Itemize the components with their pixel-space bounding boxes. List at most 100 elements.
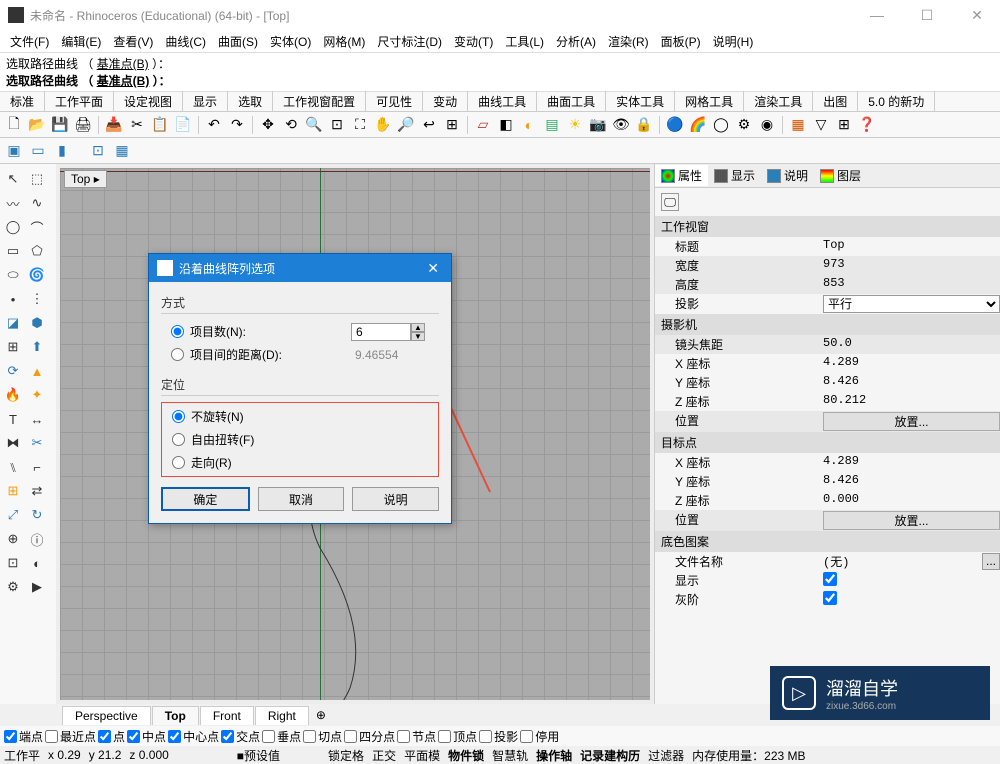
tab-drafting[interactable]: 出图 <box>813 91 858 112</box>
dialog-close-button[interactable]: ✕ <box>423 260 443 277</box>
menu-view[interactable]: 查看(V) <box>109 31 157 52</box>
fire-icon[interactable]: 🔥 <box>2 384 24 406</box>
zoom-window-icon[interactable]: ⛶ <box>350 115 370 135</box>
tab-standard[interactable]: 标准 <box>0 91 45 112</box>
vtab-front[interactable]: Front <box>200 706 254 725</box>
box3-icon[interactable]: ▦ <box>112 141 132 161</box>
menu-surface[interactable]: 曲面(S) <box>214 31 262 52</box>
tab-rendertools[interactable]: 渲染工具 <box>744 91 813 112</box>
import-icon[interactable]: 📥 <box>104 115 124 135</box>
tab-cplane[interactable]: 工作平面 <box>45 91 114 112</box>
undo-view-icon[interactable]: ↩ <box>419 115 439 135</box>
ellipse-icon[interactable]: ⬭ <box>2 264 24 286</box>
osnap-quad[interactable] <box>344 730 357 743</box>
tab-curvetools[interactable]: 曲线工具 <box>468 91 537 112</box>
text-icon[interactable]: T <box>2 408 24 430</box>
cut-icon[interactable]: ✂ <box>127 115 147 135</box>
split-icon[interactable]: ⑊ <box>2 456 24 478</box>
osnap-tan[interactable] <box>303 730 316 743</box>
menu-tools[interactable]: 工具(L) <box>501 31 548 52</box>
osnap-disable[interactable] <box>520 730 533 743</box>
cplane-icon[interactable]: ▱ <box>473 115 493 135</box>
prop-title[interactable]: Top <box>823 238 1000 255</box>
surface-icon[interactable]: ◪ <box>2 312 24 334</box>
osnap-project[interactable] <box>479 730 492 743</box>
maximize-button[interactable]: ☐ <box>912 7 942 24</box>
prop-camy[interactable]: 8.426 <box>823 374 1000 391</box>
wall-gray-checkbox[interactable] <box>823 591 837 605</box>
osnap-point[interactable] <box>98 730 111 743</box>
grid-icon[interactable]: ⊞ <box>834 115 854 135</box>
zoom-in-icon[interactable]: 🔍 <box>304 115 324 135</box>
arc-icon[interactable]: ⌒ <box>26 216 48 238</box>
sun-icon[interactable]: ☀ <box>565 115 585 135</box>
solid-icon[interactable]: ⬢ <box>26 312 48 334</box>
menu-render[interactable]: 渲染(R) <box>604 31 653 52</box>
options-icon[interactable]: ⚙ <box>734 115 754 135</box>
rotate-view-icon[interactable]: ⟲ <box>281 115 301 135</box>
osnap-knot[interactable] <box>397 730 410 743</box>
render2-icon[interactable]: ◐ <box>26 552 48 574</box>
loft-icon[interactable]: ▲ <box>26 360 48 382</box>
info-icon[interactable]: ⓘ <box>26 528 48 550</box>
prop-projection[interactable]: 平行 <box>823 295 1000 313</box>
save-icon[interactable]: 💾 <box>50 115 70 135</box>
cmd-prompt-line[interactable]: 选取路径曲线 （ 基准点(B) ）： <box>6 72 994 89</box>
osnap-cen[interactable] <box>168 730 181 743</box>
trim-icon[interactable]: ✂ <box>26 432 48 454</box>
paste-icon[interactable]: 📄 <box>173 115 193 135</box>
menu-transform[interactable]: 变动(T) <box>450 31 497 52</box>
viewport-props-icon[interactable]: 🖵 <box>661 193 679 211</box>
tab-select[interactable]: 选取 <box>228 91 273 112</box>
render-icon[interactable]: 🔵 <box>665 115 685 135</box>
4view-icon[interactable]: ⊞ <box>442 115 462 135</box>
fillet-icon[interactable]: ⌐ <box>26 456 48 478</box>
circle-icon[interactable]: ◯ <box>2 216 24 238</box>
rect-icon[interactable]: ▭ <box>2 240 24 262</box>
rotate-icon[interactable]: ↻ <box>26 504 48 526</box>
pointer-icon[interactable]: ↖ <box>2 168 24 190</box>
plane-icon[interactable]: ▭ <box>28 141 48 161</box>
filter-icon[interactable]: ▽ <box>811 115 831 135</box>
radio-freeform[interactable] <box>172 433 185 446</box>
cancel-button[interactable]: 取消 <box>258 487 345 511</box>
osnap-int[interactable] <box>221 730 234 743</box>
tab-setview[interactable]: 设定视图 <box>114 91 183 112</box>
curve-icon[interactable]: ∿ <box>26 192 48 214</box>
revolve-icon[interactable]: ⟳ <box>2 360 24 382</box>
scale-icon[interactable]: ⤢ <box>2 504 24 526</box>
polyline-icon[interactable]: 〰 <box>2 192 24 214</box>
points-icon[interactable]: ⋮ <box>26 288 48 310</box>
minimize-button[interactable]: — <box>862 7 892 24</box>
prop-tgtx[interactable]: 4.289 <box>823 454 1000 471</box>
prop-camz[interactable]: 80.212 <box>823 393 1000 410</box>
dim-icon[interactable]: ↔ <box>26 408 48 430</box>
setview-icon[interactable]: ◧ <box>496 115 516 135</box>
shade-icon[interactable]: ◐ <box>519 115 539 135</box>
help-button[interactable]: 说明 <box>352 487 439 511</box>
lasso-icon[interactable]: ⬚ <box>26 168 48 190</box>
array-icon[interactable]: ⊞ <box>2 480 24 502</box>
join-icon[interactable]: ⧓ <box>2 432 24 454</box>
count-spinner[interactable]: ▲▼ <box>411 323 425 341</box>
prop-tgtz[interactable]: 0.000 <box>823 492 1000 509</box>
osnap-near[interactable] <box>45 730 58 743</box>
vtab-perspective[interactable]: Perspective <box>62 706 151 725</box>
vtab-top[interactable]: Top <box>152 706 199 725</box>
pan-icon[interactable]: ✋ <box>373 115 393 135</box>
tab-new5[interactable]: 5.0 的新功 <box>858 91 935 112</box>
help-icon[interactable]: ❓ <box>857 115 877 135</box>
grid-tool-icon[interactable]: ⊡ <box>2 552 24 574</box>
hatch-icon[interactable]: ▦ <box>788 115 808 135</box>
menu-panel[interactable]: 面板(P) <box>657 31 705 52</box>
zoom-extents-icon[interactable]: ⊡ <box>327 115 347 135</box>
point-icon[interactable]: • <box>2 288 24 310</box>
cam-place-button[interactable]: 放置... <box>823 412 1000 431</box>
tab-transform[interactable]: 变动 <box>423 91 468 112</box>
panel-tab-help[interactable]: 说明 <box>761 165 814 186</box>
tab-viewportlayout[interactable]: 工作视窗配置 <box>273 91 366 112</box>
osnap-end[interactable] <box>4 730 17 743</box>
viewport-label[interactable]: Top ▸ <box>64 170 107 188</box>
new-icon[interactable]: 🗋 <box>4 115 24 135</box>
tab-visibility[interactable]: 可见性 <box>366 91 423 112</box>
